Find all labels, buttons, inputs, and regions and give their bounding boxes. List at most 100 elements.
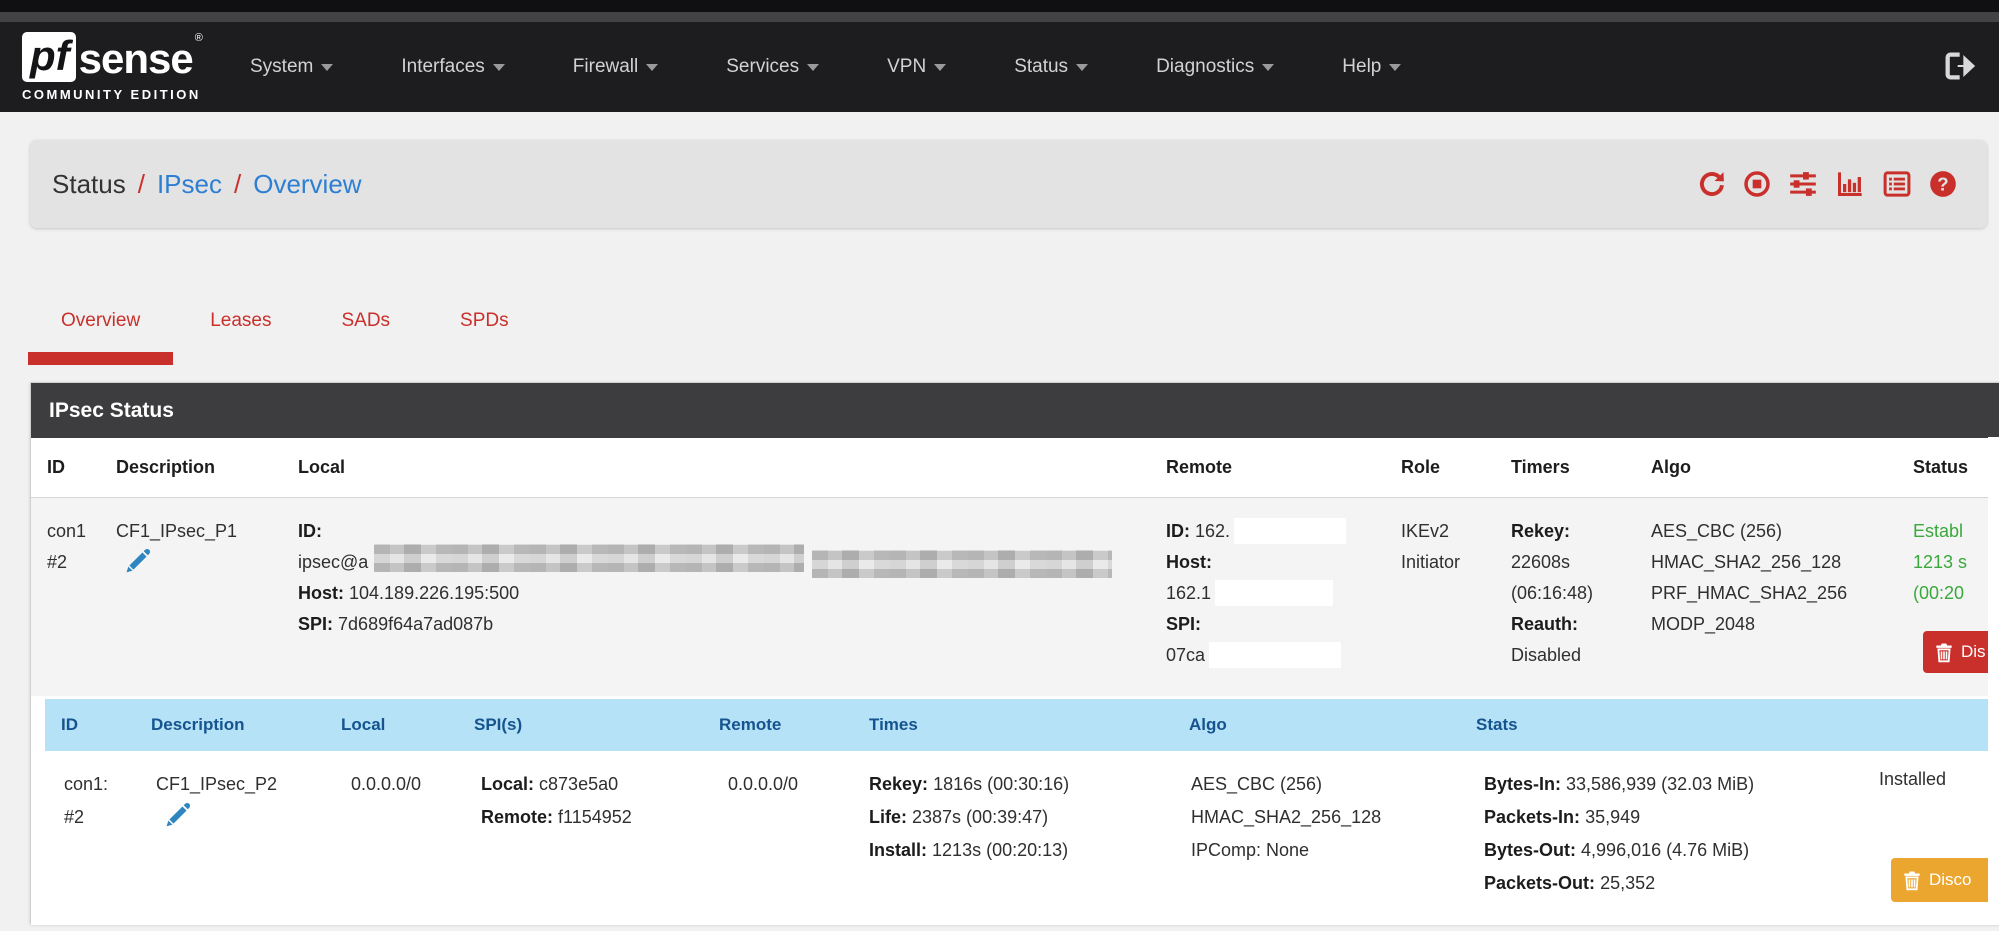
child-id: con1: [64,768,108,801]
tab-sads[interactable]: SADs [308,296,423,365]
nav-item-status[interactable]: Status [1014,56,1088,78]
cell-id: con1 #2 [47,516,86,578]
window-top-bar [0,0,1999,12]
nav-item-label: Diagnostics [1156,56,1254,78]
time-rekey-label: Rekey: [869,774,928,794]
redaction-mosaic [374,544,804,572]
pfsense-app: pf sense ® COMMUNITY EDITION System Inte… [0,0,1999,931]
cell-status: Establ 1213 s (00:20 [1913,516,1967,609]
nav-item-diagnostics[interactable]: Diagnostics [1156,56,1274,78]
col-header-timers: Timers [1511,438,1570,496]
packets-out-label: Packets-Out: [1484,873,1595,893]
nav-item-label: Help [1342,56,1381,78]
nav-item-label: Interfaces [401,56,484,78]
nav-item-interfaces[interactable]: Interfaces [401,56,504,78]
sign-out-icon[interactable] [1945,51,1977,86]
right-edge-redaction [1988,437,1999,924]
cell-times: Rekey: 1816s (00:30:16) Life: 2387s (00:… [869,768,1069,867]
disconnect-button-label: Dis [1961,642,1986,662]
nav-item-firewall[interactable]: Firewall [573,56,658,78]
caret-down-icon [493,64,505,71]
top-navbar: pf sense ® COMMUNITY EDITION System Inte… [0,22,1999,112]
status-state: Establ [1913,516,1967,547]
disconnect-child-button[interactable]: Disco [1891,858,1999,902]
ike-table-row: con1 #2 CF1_IPsec_P1 ID: ipsec@a Host: 1… [31,498,1999,696]
bar-chart-icon[interactable] [1835,170,1865,198]
cell-spis: Local: c873e5a0 Remote: f1154952 [481,768,632,834]
reauth-label: Reauth: [1511,614,1578,634]
tab-label: SPDs [460,310,509,331]
child-sa-section: ID Description Local SPI(s) Remote Times… [31,696,1999,925]
cell-timers: Rekey: 22608s (06:16:48) Reauth: Disable… [1511,516,1593,671]
nav-item-label: Status [1014,56,1068,78]
col-header-times: Times [869,699,918,751]
caret-down-icon [646,64,658,71]
main-menu: System Interfaces Firewall Services VPN … [250,22,1401,112]
page-toolbar: ? [1698,140,1957,228]
logo-registered-mark: ® [195,32,203,44]
caret-down-icon [321,64,333,71]
log-icon[interactable] [1882,170,1912,198]
role-type: Initiator [1401,547,1460,578]
pencil-icon[interactable] [124,547,152,585]
spi-remote-label: Remote: [481,807,553,827]
cell-role: IKEv2 Initiator [1401,516,1460,578]
ike-id: con1 [47,516,86,547]
tab-overview[interactable]: Overview [28,296,173,365]
algo-dh: MODP_2048 [1651,609,1847,640]
breadcrumb-link-ipsec[interactable]: IPsec [157,169,222,200]
remote-id-label: ID: [1166,521,1190,541]
cell-algo: AES_CBC (256) HMAC_SHA2_256_128 IPComp: … [1191,768,1381,867]
breadcrumb: Status / IPsec / Overview [52,140,362,228]
trash-icon [1903,870,1921,891]
tab-leases[interactable]: Leases [177,296,304,365]
logo-subtitle: COMMUNITY EDITION [22,87,203,102]
stop-icon[interactable] [1743,170,1771,198]
local-id-value: ipsec@a [298,552,368,572]
caret-down-icon [807,64,819,71]
nav-item-system[interactable]: System [250,56,333,78]
pencil-icon[interactable] [164,801,192,840]
bytes-in-label: Bytes-In: [1484,774,1561,794]
bytes-in-value: 33,586,939 (32.03 MiB) [1566,774,1754,794]
help-icon[interactable]: ? [1929,170,1957,198]
time-life-label: Life: [869,807,907,827]
tab-label: Leases [210,310,271,331]
time-rekey-value: 1816s (00:30:16) [933,774,1069,794]
sliders-icon[interactable] [1788,170,1818,198]
remote-spi-value: 07ca [1166,645,1205,665]
breadcrumb-separator: / [234,169,241,200]
spi-remote-value: f1154952 [558,807,632,827]
cell-remote: 0.0.0.0/0 [728,768,798,801]
cell-state: Installed [1879,763,1946,796]
tab-spds[interactable]: SPDs [427,296,542,365]
trash-icon [1935,642,1953,663]
child-local-net: 0.0.0.0/0 [351,768,421,801]
child-description: CF1_IPsec_P2 [156,768,277,801]
ike-id-number: #2 [47,547,86,578]
algo-hash: HMAC_SHA2_256_128 [1651,547,1847,578]
breadcrumb-section: Status [52,169,126,200]
pfsense-logo[interactable]: pf sense ® COMMUNITY EDITION [22,30,203,102]
local-spi-value: 7d689f64a7ad087b [338,614,493,634]
refresh-icon[interactable] [1698,170,1726,198]
bytes-out-value: 4,996,016 (4.76 MiB) [1581,840,1749,860]
ipsec-status-panel: IPsec Status ID Description Local Remote… [30,382,1999,924]
local-host-value: 104.189.226.195:500 [349,583,519,603]
redaction-white [1209,642,1341,668]
caret-down-icon [1389,64,1401,71]
status-age: 1213 s [1913,547,1967,578]
nav-item-help[interactable]: Help [1342,56,1401,78]
child-algo-hash: HMAC_SHA2_256_128 [1191,801,1381,834]
cell-remote: ID: 162. Host: 162.1 SPI: 07ca [1166,516,1346,671]
tab-label: SADs [341,310,390,331]
caret-down-icon [1262,64,1274,71]
nav-item-vpn[interactable]: VPN [887,56,946,78]
role-version: IKEv2 [1401,516,1460,547]
time-life-value: 2387s (00:39:47) [912,807,1048,827]
col-header-spis: SPI(s) [474,699,522,751]
child-table-header: ID Description Local SPI(s) Remote Times… [45,699,1991,751]
ike-table-header: ID Description Local Remote Role Timers … [31,438,1999,498]
nav-item-services[interactable]: Services [726,56,819,78]
breadcrumb-link-overview[interactable]: Overview [253,169,361,200]
